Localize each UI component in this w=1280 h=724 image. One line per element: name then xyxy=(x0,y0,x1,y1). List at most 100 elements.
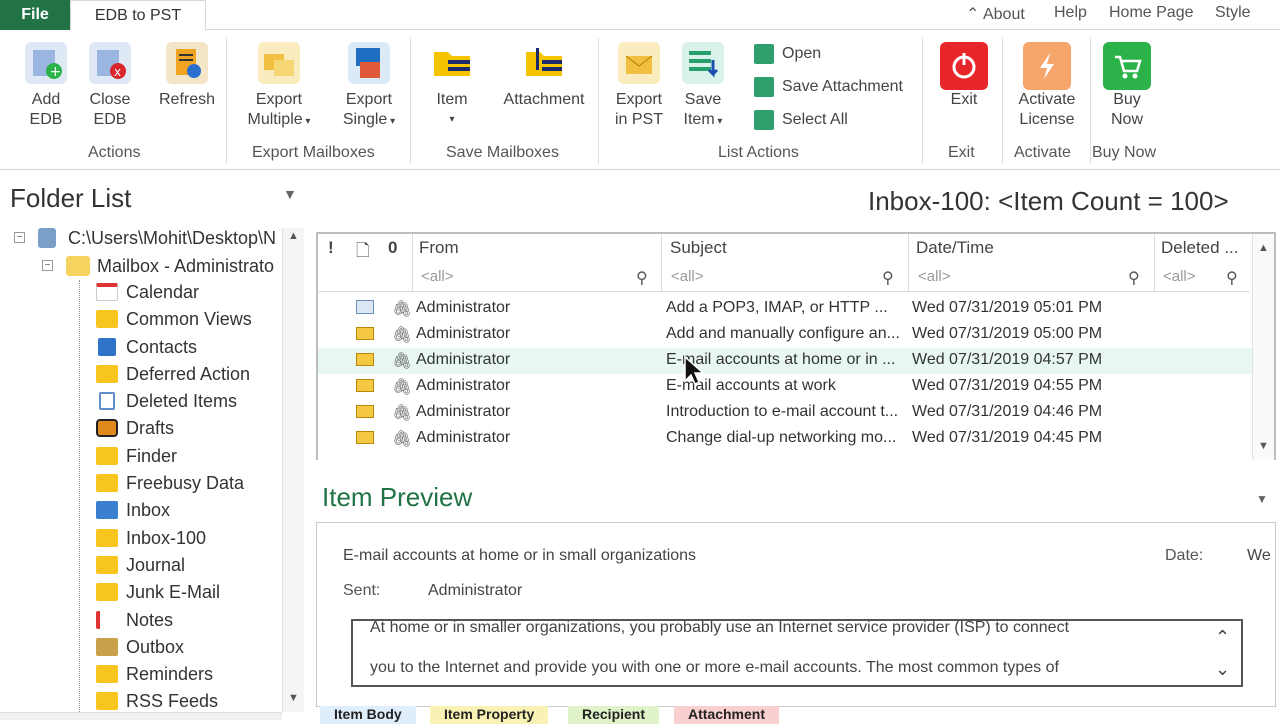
style-link[interactable]: Style xyxy=(1215,4,1251,22)
tab-item-body[interactable]: Item Body xyxy=(320,706,416,724)
help-link[interactable]: Help xyxy=(1054,4,1087,22)
about-link[interactable]: ⌃ About xyxy=(966,4,1025,24)
paperclip-icon: 🖇 xyxy=(392,301,413,318)
exit-group-label: Exit xyxy=(948,144,975,161)
preview-date-value: We xyxy=(1247,547,1271,564)
folder-common-views[interactable]: Common Views xyxy=(96,307,252,331)
folder-calendar[interactable]: Calendar xyxy=(96,280,199,304)
folder-list-dropdown-icon[interactable]: ▼ xyxy=(283,186,297,202)
subject-filter-input[interactable]: <all> xyxy=(671,268,704,285)
folder-list-scrollbar[interactable]: ▲ ▼ xyxy=(282,228,304,712)
save-item-type-button[interactable]: Item ▾ xyxy=(428,42,476,130)
attachment-icon xyxy=(523,42,565,84)
scroll-up-arrow-icon[interactable]: ▲ xyxy=(288,230,299,242)
preview-collapse-icon[interactable]: ▼ xyxy=(1256,492,1268,506)
add-database-icon: + xyxy=(25,42,67,84)
subject-column-header[interactable]: Subject xyxy=(670,238,727,258)
folder-contacts[interactable]: Contacts xyxy=(96,335,197,359)
export-in-pst-button[interactable]: Export in PST xyxy=(612,42,666,130)
row-date: Wed 07/31/2019 05:01 PM xyxy=(912,299,1103,316)
folder-notes[interactable]: Notes xyxy=(96,608,173,632)
table-row[interactable]: 🖇 Administrator Change dial-up networkin… xyxy=(318,426,1252,452)
scroll-down-arrow-icon[interactable]: ▼ xyxy=(1258,440,1269,452)
table-row-selected[interactable]: 🖇 Administrator E-mail accounts at home … xyxy=(318,348,1252,374)
tab-item-property[interactable]: Item Property xyxy=(430,706,549,724)
search-icon[interactable]: ⚲ xyxy=(882,268,894,288)
refresh-button[interactable]: Refresh xyxy=(156,42,218,110)
tab-recipient[interactable]: Recipient xyxy=(568,706,660,724)
folder-deferred-action[interactable]: Deferred Action xyxy=(96,362,250,386)
item-count-title: Inbox-100: <Item Count = 100> xyxy=(868,186,1229,216)
table-row[interactable]: 🖇 Administrator Add a POP3, IMAP, or HTT… xyxy=(318,296,1252,322)
search-icon[interactable]: ⚲ xyxy=(1226,268,1238,288)
row-subject: Add and manually configure an... xyxy=(666,325,900,342)
folder-outbox[interactable]: Outbox xyxy=(96,635,184,659)
save-attachment-type-button[interactable]: Attachment xyxy=(498,42,590,110)
collapse-toggle[interactable]: − xyxy=(42,260,53,271)
grid-scrollbar[interactable]: ▲ ▼ xyxy=(1252,234,1274,460)
collapse-toggle[interactable]: − xyxy=(14,232,25,243)
search-icon[interactable]: ⚲ xyxy=(636,268,648,288)
folder-inbox-100[interactable]: Inbox-100 xyxy=(96,526,206,550)
add-edb-button[interactable]: + Add EDB xyxy=(22,42,70,130)
folder-rss-feeds[interactable]: RSS Feeds xyxy=(96,689,218,713)
from-column-header[interactable]: From xyxy=(419,238,459,258)
folder-list-hscrollbar[interactable] xyxy=(0,712,282,720)
folder-deleted-items[interactable]: Deleted Items xyxy=(96,389,237,413)
export-single-button[interactable]: Export Single ▾ xyxy=(336,42,402,132)
deleted-filter-input[interactable]: <all> xyxy=(1163,268,1196,285)
group-divider xyxy=(922,38,923,164)
row-date: Wed 07/31/2019 04:46 PM xyxy=(912,403,1103,420)
folder-reminders[interactable]: Reminders xyxy=(96,662,213,686)
close-edb-button[interactable]: x Close EDB xyxy=(86,42,134,130)
home-page-link[interactable]: Home Page xyxy=(1109,4,1194,22)
row-from: Administrator xyxy=(416,377,511,394)
scroll-down-chevron-icon[interactable]: ⌄ xyxy=(1215,659,1230,680)
group-divider xyxy=(1002,38,1003,164)
folder-freebusy-data[interactable]: Freebusy Data xyxy=(96,471,244,495)
column-divider xyxy=(661,234,662,292)
power-icon xyxy=(940,42,988,90)
file-tab[interactable]: File xyxy=(0,0,70,30)
export-multiple-button[interactable]: Export Multiple ▾ xyxy=(238,42,320,132)
folder-journal[interactable]: Journal xyxy=(96,553,185,577)
search-icon[interactable]: ⚲ xyxy=(1128,268,1140,288)
table-row[interactable]: 🖇 Administrator E-mail accounts at work … xyxy=(318,374,1252,400)
export-mailboxes-group-label: Export Mailboxes xyxy=(252,144,375,161)
date-column-header[interactable]: Date/Time xyxy=(916,238,994,258)
folder-inbox[interactable]: Inbox xyxy=(96,498,170,522)
notes-icon xyxy=(96,611,118,629)
deleted-column-header[interactable]: Deleted ... xyxy=(1161,238,1239,258)
folder-drafts[interactable]: Drafts xyxy=(96,416,174,440)
tree-root-path[interactable]: C:\Users\Mohit\Desktop\N xyxy=(68,228,280,249)
scroll-up-chevron-icon[interactable]: ⌃ xyxy=(1215,627,1230,648)
save-attachment-icon xyxy=(754,77,774,97)
exit-button[interactable]: Exit xyxy=(938,42,990,110)
scroll-down-arrow-icon[interactable]: ▼ xyxy=(288,692,299,704)
table-row[interactable]: 🖇 Administrator Add and manually configu… xyxy=(318,322,1252,348)
type-column-header[interactable]: 🗋 xyxy=(356,238,370,267)
row-date: Wed 07/31/2019 05:00 PM xyxy=(912,325,1103,342)
activate-license-button[interactable]: Activate License xyxy=(1014,42,1080,130)
buy-now-button[interactable]: Buy Now xyxy=(1100,42,1154,130)
date-filter-input[interactable]: <all> xyxy=(918,268,951,285)
tree-mailbox[interactable]: Mailbox - Administrato xyxy=(97,256,281,277)
table-row[interactable]: 🖇 Administrator Introduction to e-mail a… xyxy=(318,400,1252,426)
computer-icon xyxy=(38,228,56,248)
save-attachment-button[interactable]: Save Attachment xyxy=(754,77,903,97)
importance-column-header[interactable]: ! xyxy=(328,238,334,258)
save-item-button[interactable]: Save Item ▾ xyxy=(676,42,730,132)
scroll-up-arrow-icon[interactable]: ▲ xyxy=(1258,242,1269,254)
folder-junk-email[interactable]: Junk E-Mail xyxy=(96,580,220,604)
tab-attachment[interactable]: Attachment xyxy=(674,706,780,724)
select-all-button[interactable]: Select All xyxy=(754,110,848,130)
message-body[interactable]: At home or in smaller organizations, you… xyxy=(351,619,1243,687)
export-single-icon xyxy=(348,42,390,84)
attachment-column-header[interactable]: 0 xyxy=(388,238,397,258)
folder-icon xyxy=(96,310,118,328)
group-divider xyxy=(410,38,411,164)
folder-finder[interactable]: Finder xyxy=(96,444,177,468)
open-button[interactable]: Open xyxy=(754,44,821,64)
from-filter-input[interactable]: <all> xyxy=(421,268,454,285)
tab-edb-to-pst[interactable]: EDB to PST xyxy=(70,0,206,31)
